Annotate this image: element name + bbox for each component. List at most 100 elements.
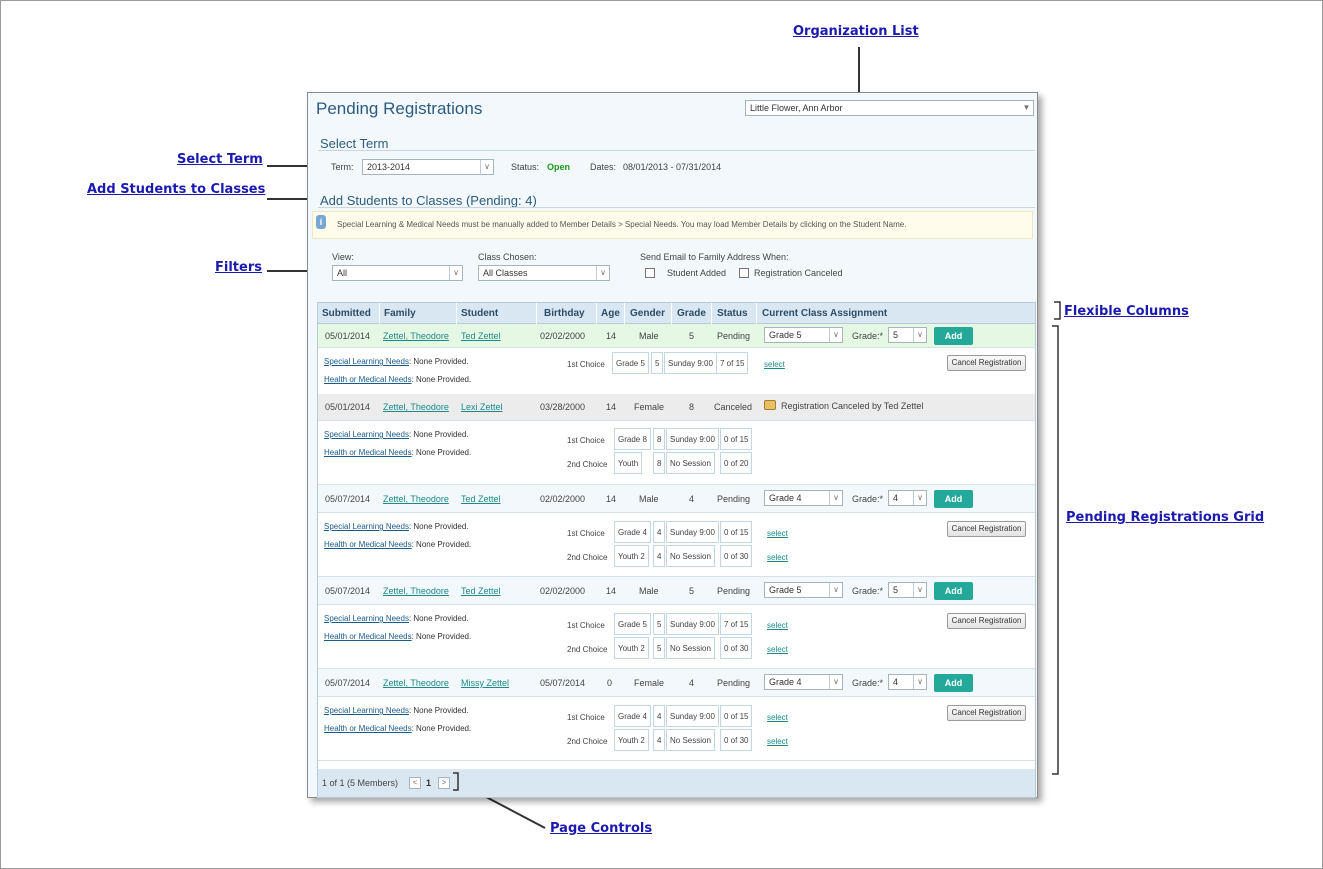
callout-pending-registrations-grid[interactable]: Pending Registrations Grid	[1066, 510, 1264, 525]
cell-student[interactable]: Ted Zettel	[461, 586, 501, 596]
organization-select-value: Little Flower, Ann Arbor	[750, 103, 843, 113]
callout-add-students[interactable]: Add Students to Classes	[87, 182, 265, 197]
class-assignment-select[interactable]: Grade 4 ∨	[764, 490, 843, 506]
table-row: 05/07/2014 Zettel, Theodore Ted Zettel 0…	[318, 485, 1035, 513]
select-link[interactable]: select	[764, 360, 785, 369]
cell-birthday: 02/02/2000	[540, 494, 586, 504]
cancel-registration-button[interactable]: Cancel Registration	[947, 705, 1026, 721]
col-birthday[interactable]: Birthday	[544, 308, 585, 319]
callout-organization-list[interactable]: Organization List	[793, 24, 919, 39]
view-label: View:	[332, 252, 354, 262]
col-gender[interactable]: Gender	[630, 308, 665, 319]
special-needs-link[interactable]: Special Learning Needs	[324, 522, 409, 531]
special-needs-link[interactable]: Special Learning Needs	[324, 706, 409, 715]
select-link[interactable]: select	[767, 713, 788, 722]
callout-page-controls[interactable]: Page Controls	[550, 821, 652, 836]
medical-needs-link[interactable]: Health or Medical Needs	[324, 724, 412, 733]
select-link[interactable]: select	[767, 621, 788, 630]
medical-needs-link[interactable]: Health or Medical Needs	[324, 540, 412, 549]
cell-family[interactable]: Zettel, Theodore	[383, 402, 449, 412]
special-needs-line: Special Learning Needs: None Provided.	[324, 357, 469, 366]
class-chosen-label: Class Chosen:	[478, 252, 537, 262]
cell-status: Canceled	[714, 402, 753, 412]
medical-needs-link[interactable]: Health or Medical Needs	[324, 448, 412, 457]
add-button[interactable]: Add	[934, 490, 973, 508]
first-choice-label: 1st Choice	[567, 713, 605, 722]
grade-select[interactable]: 4 ∨	[888, 490, 927, 506]
cancel-registration-button[interactable]: Cancel Registration	[947, 355, 1026, 371]
class-chosen-select[interactable]: All Classes ∨	[478, 265, 610, 281]
col-family[interactable]: Family	[384, 308, 416, 319]
pending-registrations-grid: Submitted Family Student Birthday Age Ge…	[317, 302, 1036, 798]
choice-grade: 4	[653, 729, 666, 751]
grade-select[interactable]: 5 ∨	[888, 582, 927, 598]
class-assignment-select[interactable]: Grade 5 ∨	[764, 582, 843, 598]
class-assignment-value: Grade 4	[769, 677, 802, 687]
select-link[interactable]: select	[767, 737, 788, 746]
student-added-checkbox[interactable]	[645, 268, 655, 278]
add-button[interactable]: Add	[934, 327, 973, 345]
student-added-label: Student Added	[667, 268, 727, 278]
first-choice-label: 1st Choice	[567, 436, 605, 445]
chevron-down-icon: ∨	[913, 675, 926, 689]
cell-grade: 4	[689, 678, 695, 688]
choice-session: No Session	[666, 452, 715, 474]
special-needs-line: Special Learning Needs: None Provided.	[324, 522, 469, 531]
next-page-button[interactable]: >	[438, 777, 450, 789]
cancel-registration-button[interactable]: Cancel Registration	[947, 521, 1026, 537]
cell-family[interactable]: Zettel, Theodore	[383, 678, 449, 688]
registration-canceled-checkbox[interactable]	[739, 268, 749, 278]
cell-age: 14	[606, 586, 617, 596]
col-grade[interactable]: Grade	[677, 308, 706, 319]
special-needs-link[interactable]: Special Learning Needs	[324, 357, 409, 366]
col-status[interactable]: Status	[717, 308, 748, 319]
callout-select-term[interactable]: Select Term	[177, 152, 263, 167]
view-select-value: All	[337, 268, 348, 278]
special-needs-link[interactable]: Special Learning Needs	[324, 430, 409, 439]
medical-needs-link[interactable]: Health or Medical Needs	[324, 632, 412, 641]
class-assignment-select[interactable]: Grade 5 ∨	[764, 327, 843, 343]
cell-age: 14	[606, 331, 617, 341]
choice-session: No Session	[666, 637, 715, 659]
cell-student[interactable]: Missy Zettel	[461, 678, 509, 688]
select-link[interactable]: select	[767, 529, 788, 538]
choice-grade: 4	[653, 521, 666, 543]
callout-filters[interactable]: Filters	[215, 260, 262, 275]
cell-family[interactable]: Zettel, Theodore	[383, 586, 449, 596]
cell-student[interactable]: Ted Zettel	[461, 494, 501, 504]
cell-age: 14	[606, 402, 617, 412]
add-button[interactable]: Add	[934, 674, 973, 692]
prev-page-button[interactable]: <	[409, 777, 421, 789]
cell-student[interactable]: Lexi Zettel	[461, 402, 503, 412]
cell-family[interactable]: Zettel, Theodore	[383, 331, 449, 341]
col-student[interactable]: Student	[461, 308, 498, 319]
class-assignment-select[interactable]: Grade 4 ∨	[764, 674, 843, 690]
current-page[interactable]: 1	[426, 778, 431, 788]
add-button[interactable]: Add	[934, 582, 973, 600]
cell-family[interactable]: Zettel, Theodore	[383, 494, 449, 504]
col-submitted[interactable]: Submitted	[322, 308, 371, 319]
cell-student[interactable]: Ted Zettel	[461, 331, 501, 341]
grid-footer: 1 of 1 (5 Members) < 1 >	[318, 769, 1035, 797]
chevron-down-icon: ∨	[913, 328, 926, 342]
select-link[interactable]: select	[767, 645, 788, 654]
term-select-value: 2013-2014	[367, 162, 411, 172]
organization-select[interactable]: Little Flower, Ann Arbor ▼	[745, 100, 1034, 116]
grade-select[interactable]: 4 ∨	[888, 674, 927, 690]
col-current-class[interactable]: Current Class Assignment	[762, 308, 887, 319]
cancel-registration-button[interactable]: Cancel Registration	[947, 613, 1026, 629]
special-needs-link[interactable]: Special Learning Needs	[324, 614, 409, 623]
class-assignment-value: Grade 5	[769, 585, 802, 595]
choice-grade: 5	[653, 637, 666, 659]
view-select[interactable]: All ∨	[332, 265, 463, 281]
select-link[interactable]: select	[767, 553, 788, 562]
col-age[interactable]: Age	[601, 308, 620, 319]
choice-session: No Session	[666, 545, 715, 567]
cell-grade: 4	[689, 494, 695, 504]
choice-grade: 8	[653, 428, 666, 450]
canceled-note-icon	[764, 400, 776, 410]
callout-flexible-columns[interactable]: Flexible Columns	[1064, 304, 1189, 319]
term-select[interactable]: 2013-2014 ∨	[362, 159, 494, 175]
medical-needs-link[interactable]: Health or Medical Needs	[324, 375, 412, 384]
grade-select[interactable]: 5 ∨	[888, 327, 927, 343]
